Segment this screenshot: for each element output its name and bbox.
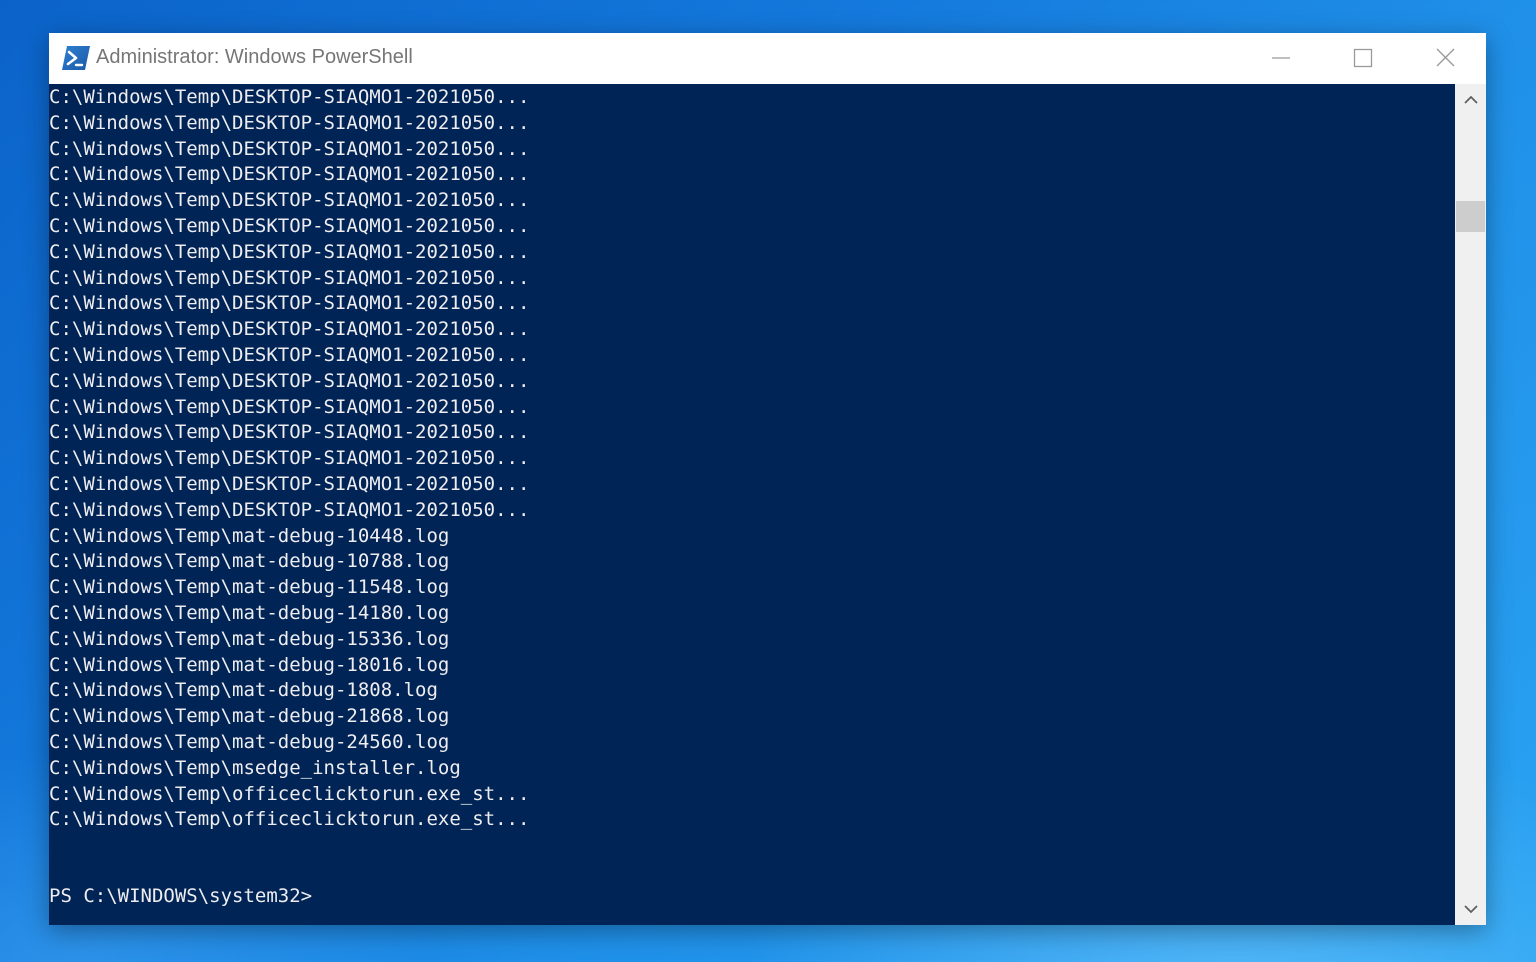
minimize-button[interactable] (1243, 33, 1319, 84)
console-line: C:\Windows\Temp\DESKTOP-SIAQMO1-2021050.… (49, 318, 530, 341)
maximize-icon (1353, 48, 1373, 68)
title-bar[interactable]: Administrator: Windows PowerShell (49, 33, 1486, 84)
console-line: C:\Windows\Temp\DESKTOP-SIAQMO1-2021050.… (49, 266, 530, 289)
console-line: C:\Windows\Temp\DESKTOP-SIAQMO1-2021050.… (49, 214, 530, 237)
console-line: C:\Windows\Temp\DESKTOP-SIAQMO1-2021050.… (49, 472, 530, 495)
console-line: C:\Windows\Temp\mat-debug-1808.log (49, 679, 438, 702)
console-line: C:\Windows\Temp\DESKTOP-SIAQMO1-2021050.… (49, 240, 530, 263)
console-line: C:\Windows\Temp\mat-debug-14180.log (49, 601, 450, 624)
console-line: C:\Windows\Temp\DESKTOP-SIAQMO1-2021050.… (49, 137, 530, 160)
console-line: C:\Windows\Temp\mat-debug-10448.log (49, 524, 450, 547)
console-line: C:\Windows\Temp\mat-debug-21868.log (49, 705, 450, 728)
console-line: C:\Windows\Temp\msedge_installer.log (49, 756, 461, 779)
console-line: C:\Windows\Temp\DESKTOP-SIAQMO1-2021050.… (49, 395, 530, 418)
command-prompt[interactable]: PS C:\WINDOWS\system32> (49, 883, 312, 909)
console-line: C:\Windows\Temp\DESKTOP-SIAQMO1-2021050.… (49, 421, 530, 444)
scroll-down-arrow-icon (1464, 905, 1478, 914)
window-title: Administrator: Windows PowerShell (96, 46, 413, 68)
console-line: C:\Windows\Temp\mat-debug-18016.log (49, 653, 450, 676)
close-icon (1436, 48, 1455, 67)
console-line: C:\Windows\Temp\DESKTOP-SIAQMO1-2021050.… (49, 163, 530, 186)
vertical-scrollbar[interactable] (1455, 84, 1486, 925)
scroll-thumb[interactable] (1456, 201, 1485, 232)
maximize-button[interactable] (1325, 33, 1401, 84)
minimize-icon (1272, 57, 1290, 59)
console-line: C:\Windows\Temp\DESKTOP-SIAQMO1-2021050.… (49, 86, 530, 108)
console-line: C:\Windows\Temp\DESKTOP-SIAQMO1-2021050.… (49, 498, 530, 521)
scroll-up-button[interactable] (1455, 84, 1486, 116)
console-line: C:\Windows\Temp\officeclicktorun.exe_st.… (49, 782, 530, 805)
console-line: C:\Windows\Temp\mat-debug-15336.log (49, 627, 450, 650)
console-line: C:\Windows\Temp\DESKTOP-SIAQMO1-2021050.… (49, 343, 530, 366)
console-line: C:\Windows\Temp\mat-debug-24560.log (49, 730, 450, 753)
console-lines: C:\Windows\Temp\DESKTOP-SIAQMO1-2021050.… (49, 85, 529, 833)
console-line: C:\Windows\Temp\DESKTOP-SIAQMO1-2021050.… (49, 189, 530, 212)
console-line: C:\Windows\Temp\DESKTOP-SIAQMO1-2021050.… (49, 292, 530, 315)
powershell-icon[interactable] (61, 45, 91, 71)
console-line: C:\Windows\Temp\DESKTOP-SIAQMO1-2021050.… (49, 111, 530, 134)
scroll-up-arrow-icon (1464, 95, 1478, 104)
scroll-down-button[interactable] (1455, 893, 1486, 925)
console-line: C:\Windows\Temp\officeclicktorun.exe_st.… (49, 808, 530, 831)
close-button[interactable] (1407, 33, 1483, 84)
console-line: C:\Windows\Temp\DESKTOP-SIAQMO1-2021050.… (49, 369, 530, 392)
console-output[interactable]: C:\Windows\Temp\DESKTOP-SIAQMO1-2021050.… (49, 84, 1455, 925)
console-line: C:\Windows\Temp\mat-debug-10788.log (49, 550, 450, 573)
powershell-window[interactable]: Administrator: Windows PowerShell C:\Win… (49, 33, 1486, 925)
console-line: C:\Windows\Temp\DESKTOP-SIAQMO1-2021050.… (49, 447, 530, 470)
console-line: C:\Windows\Temp\mat-debug-11548.log (49, 576, 450, 599)
